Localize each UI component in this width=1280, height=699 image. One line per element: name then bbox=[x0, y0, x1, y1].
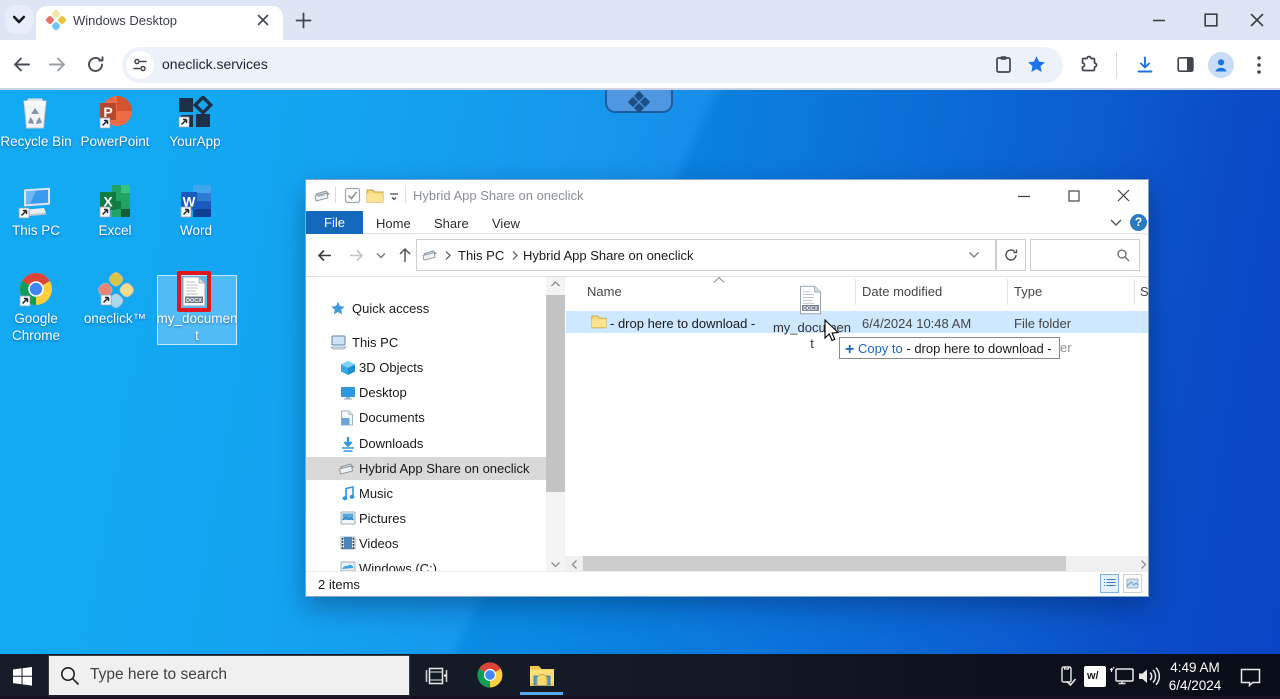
svg-text:P: P bbox=[103, 104, 112, 120]
svg-text:DOCX: DOCX bbox=[186, 298, 202, 304]
svg-text:DOCX: DOCX bbox=[803, 306, 818, 312]
